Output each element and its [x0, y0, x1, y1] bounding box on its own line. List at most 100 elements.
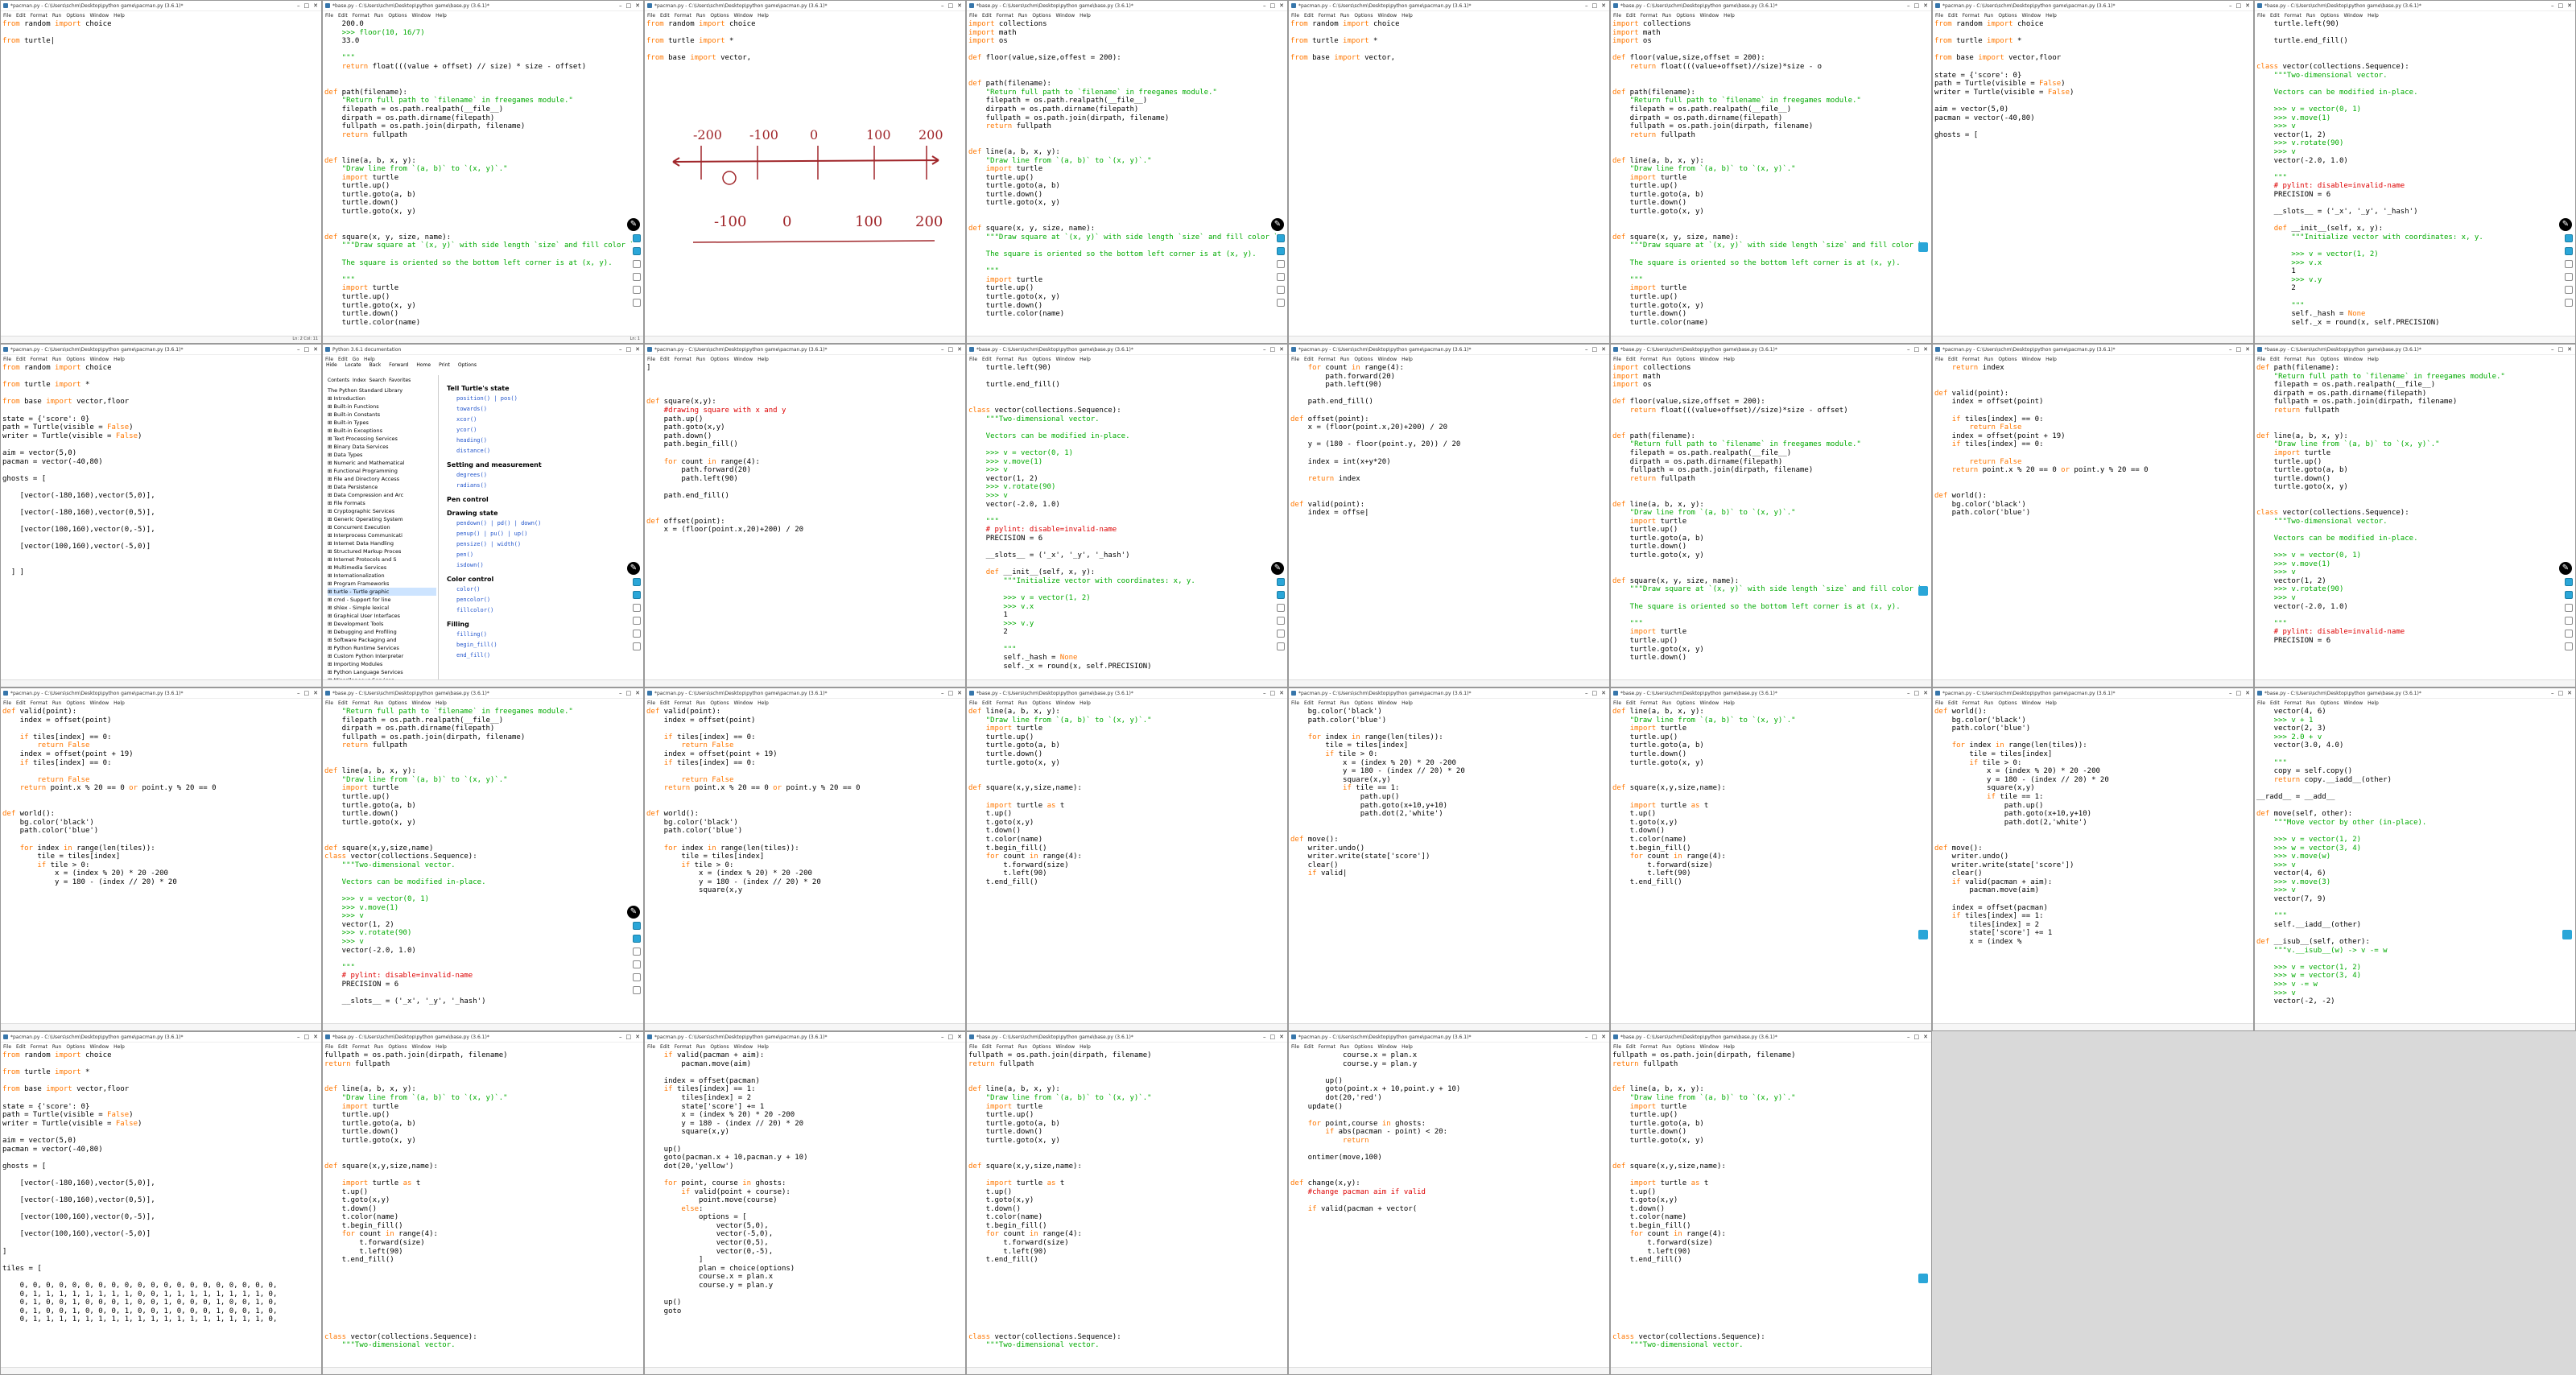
close-button[interactable]: ✕ [1923, 2, 1928, 9]
menu-item-file[interactable]: File [1935, 700, 1943, 706]
menu-item-window[interactable]: Window [1700, 13, 1719, 19]
menu-item-options[interactable]: Options [710, 700, 729, 706]
menu-item-run[interactable]: Run [1018, 13, 1028, 19]
shape-icon[interactable] [633, 973, 641, 981]
menu-item-options[interactable]: Options [1998, 357, 2017, 362]
docs-function-link[interactable]: towards() [447, 404, 632, 415]
keyboard-icon[interactable] [1918, 242, 1928, 252]
menu-item-help[interactable]: Help [2046, 13, 2057, 19]
eraser-icon[interactable] [633, 948, 641, 956]
docs-function-link[interactable]: begin_fill() [447, 640, 632, 650]
docs-function-link[interactable]: fillcolor() [447, 605, 632, 616]
window-titlebar[interactable]: *pacman.py - C:\Users\schm\Desktop\pytho… [1, 345, 321, 355]
menu-item-help[interactable]: Help [436, 13, 447, 19]
menu-item-edit[interactable]: Edit [1948, 700, 1958, 706]
menu-item-format[interactable]: Format [31, 700, 47, 706]
window-titlebar[interactable]: *pacman.py - C:\Users\schm\Desktop\pytho… [1289, 1032, 1609, 1043]
toc-item[interactable]: ⊞ Generic Operating System [328, 515, 436, 523]
maximize-button[interactable]: □ [1914, 1034, 1920, 1040]
toc-item[interactable]: ⊞ Python Language Services [328, 668, 436, 676]
cursor-tool-icon[interactable] [1277, 234, 1285, 242]
minimize-button[interactable]: – [1263, 346, 1266, 353]
maximize-button[interactable]: □ [1914, 346, 1920, 353]
menu-item-help[interactable]: Help [2046, 700, 2057, 706]
menu-item-options[interactable]: Options [1032, 13, 1051, 19]
menu-item-edit[interactable]: Edit [982, 1044, 992, 1050]
minimize-button[interactable]: – [941, 2, 944, 9]
docs-function-link[interactable]: penup() | pu() | up() [447, 529, 632, 539]
menu-item-format[interactable]: Format [997, 1044, 1013, 1050]
maximize-button[interactable]: □ [626, 1034, 632, 1040]
menu-item-file[interactable]: File [1935, 357, 1943, 362]
minimize-button[interactable]: – [619, 2, 622, 9]
menu-item-run[interactable]: Run [696, 357, 706, 362]
code-editor[interactable]: fullpath = os.path.join(dirpath, filenam… [968, 1051, 1276, 1366]
menu-item-help[interactable]: Help [1402, 13, 1413, 19]
menu-item-options[interactable]: Options [1676, 700, 1695, 706]
trash-icon[interactable] [633, 642, 641, 650]
menu-item-window[interactable]: Window [412, 13, 431, 19]
menu-item-run[interactable]: Run [696, 13, 706, 19]
menu-item-format[interactable]: Format [675, 357, 691, 362]
toc-item[interactable]: ⊞ Built-in Functions [328, 403, 436, 411]
minimize-button[interactable]: – [1263, 1034, 1266, 1040]
menu-item-format[interactable]: Format [31, 1044, 47, 1050]
toc-item[interactable]: The Python Standard Library [328, 386, 436, 394]
idle-window[interactable]: *base.py - C:\Users\schm\Desktop\python … [1610, 688, 1932, 1031]
idle-window[interactable]: *pacman.py - C:\Users\schm\Desktop\pytho… [0, 688, 322, 1031]
menu-item-file[interactable]: File [2257, 357, 2265, 362]
idle-window[interactable]: *pacman.py - C:\Users\schm\Desktop\pytho… [0, 1031, 322, 1375]
maximize-button[interactable]: □ [948, 2, 954, 9]
menu-item-format[interactable]: Format [1319, 13, 1335, 19]
window-titlebar[interactable]: *pacman.py - C:\Users\schm\Desktop\pytho… [1, 1, 321, 11]
shape-icon[interactable] [633, 286, 641, 294]
menu-item-run[interactable]: Run [2306, 700, 2316, 706]
close-button[interactable]: ✕ [2567, 690, 2572, 696]
toc-item[interactable]: ⊞ Text Processing Services [328, 435, 436, 443]
docs-toolbar-back[interactable]: Back [369, 362, 382, 374]
docs-function-link[interactable]: ycor() [447, 425, 632, 436]
toc-item[interactable]: ⊞ Built-in Constants [328, 411, 436, 419]
toc-item[interactable]: ⊞ Multimedia Services [328, 564, 436, 572]
close-button[interactable]: ✕ [1601, 690, 1606, 696]
maximize-button[interactable]: □ [1914, 690, 1920, 696]
minimize-button[interactable]: – [1263, 690, 1266, 696]
maximize-button[interactable]: □ [2558, 346, 2564, 353]
menu-item-window[interactable]: Window [1056, 700, 1075, 706]
code-editor[interactable]: from random import choice from turtle imp… [2, 364, 310, 679]
window-titlebar[interactable]: *base.py - C:\Users\schm\Desktop\python … [323, 688, 643, 699]
pen-tool-icon[interactable]: ✎ [627, 906, 640, 919]
window-titlebar[interactable]: *pacman.py - C:\Users\schm\Desktop\pytho… [645, 688, 965, 699]
menu-item-format[interactable]: Format [1641, 1044, 1657, 1050]
menu-item-edit[interactable]: Edit [16, 700, 26, 706]
close-button[interactable]: ✕ [1923, 1034, 1928, 1040]
menu-item-window[interactable]: Window [734, 357, 753, 362]
maximize-button[interactable]: □ [304, 346, 310, 353]
pen-tool-icon[interactable]: ✎ [627, 218, 640, 231]
window-titlebar[interactable]: *pacman.py - C:\Users\schm\Desktop\pytho… [1933, 688, 2253, 699]
menu-item-edit[interactable]: Edit [2270, 357, 2280, 362]
close-button[interactable]: ✕ [2245, 690, 2250, 696]
close-button[interactable]: ✕ [1923, 690, 1928, 696]
menu-item-options[interactable]: Options [1354, 13, 1373, 19]
menu-item-options[interactable]: Options [2320, 700, 2339, 706]
menu-item-run[interactable]: Run [1018, 700, 1028, 706]
keyboard-icon[interactable] [1918, 930, 1928, 939]
menu-item-options[interactable]: Options [1676, 357, 1695, 362]
menu-item-help[interactable]: Help [1402, 1044, 1413, 1050]
close-button[interactable]: ✕ [2567, 2, 2572, 9]
maximize-button[interactable]: □ [626, 346, 632, 353]
toc-item[interactable]: ⊞ Built-in Exceptions [328, 427, 436, 435]
toc-item[interactable]: ⊞ File and Directory Access [328, 475, 436, 483]
menu-item-window[interactable]: Window [90, 357, 109, 362]
docs-function-link[interactable]: end_fill() [447, 650, 632, 661]
eraser-icon[interactable] [2565, 260, 2573, 268]
window-titlebar[interactable]: *base.py - C:\Users\schm\Desktop\python … [967, 688, 1287, 699]
eraser-icon[interactable] [1277, 260, 1285, 268]
keyboard-icon[interactable] [2562, 930, 2572, 939]
marker-icon[interactable] [2565, 617, 2573, 625]
minimize-button[interactable]: – [2551, 2, 2554, 9]
menu-item-options[interactable]: Options [1998, 700, 2017, 706]
menu-item-run[interactable]: Run [1018, 357, 1028, 362]
window-titlebar[interactable]: *pacman.py - C:\Users\schm\Desktop\pytho… [645, 345, 965, 355]
